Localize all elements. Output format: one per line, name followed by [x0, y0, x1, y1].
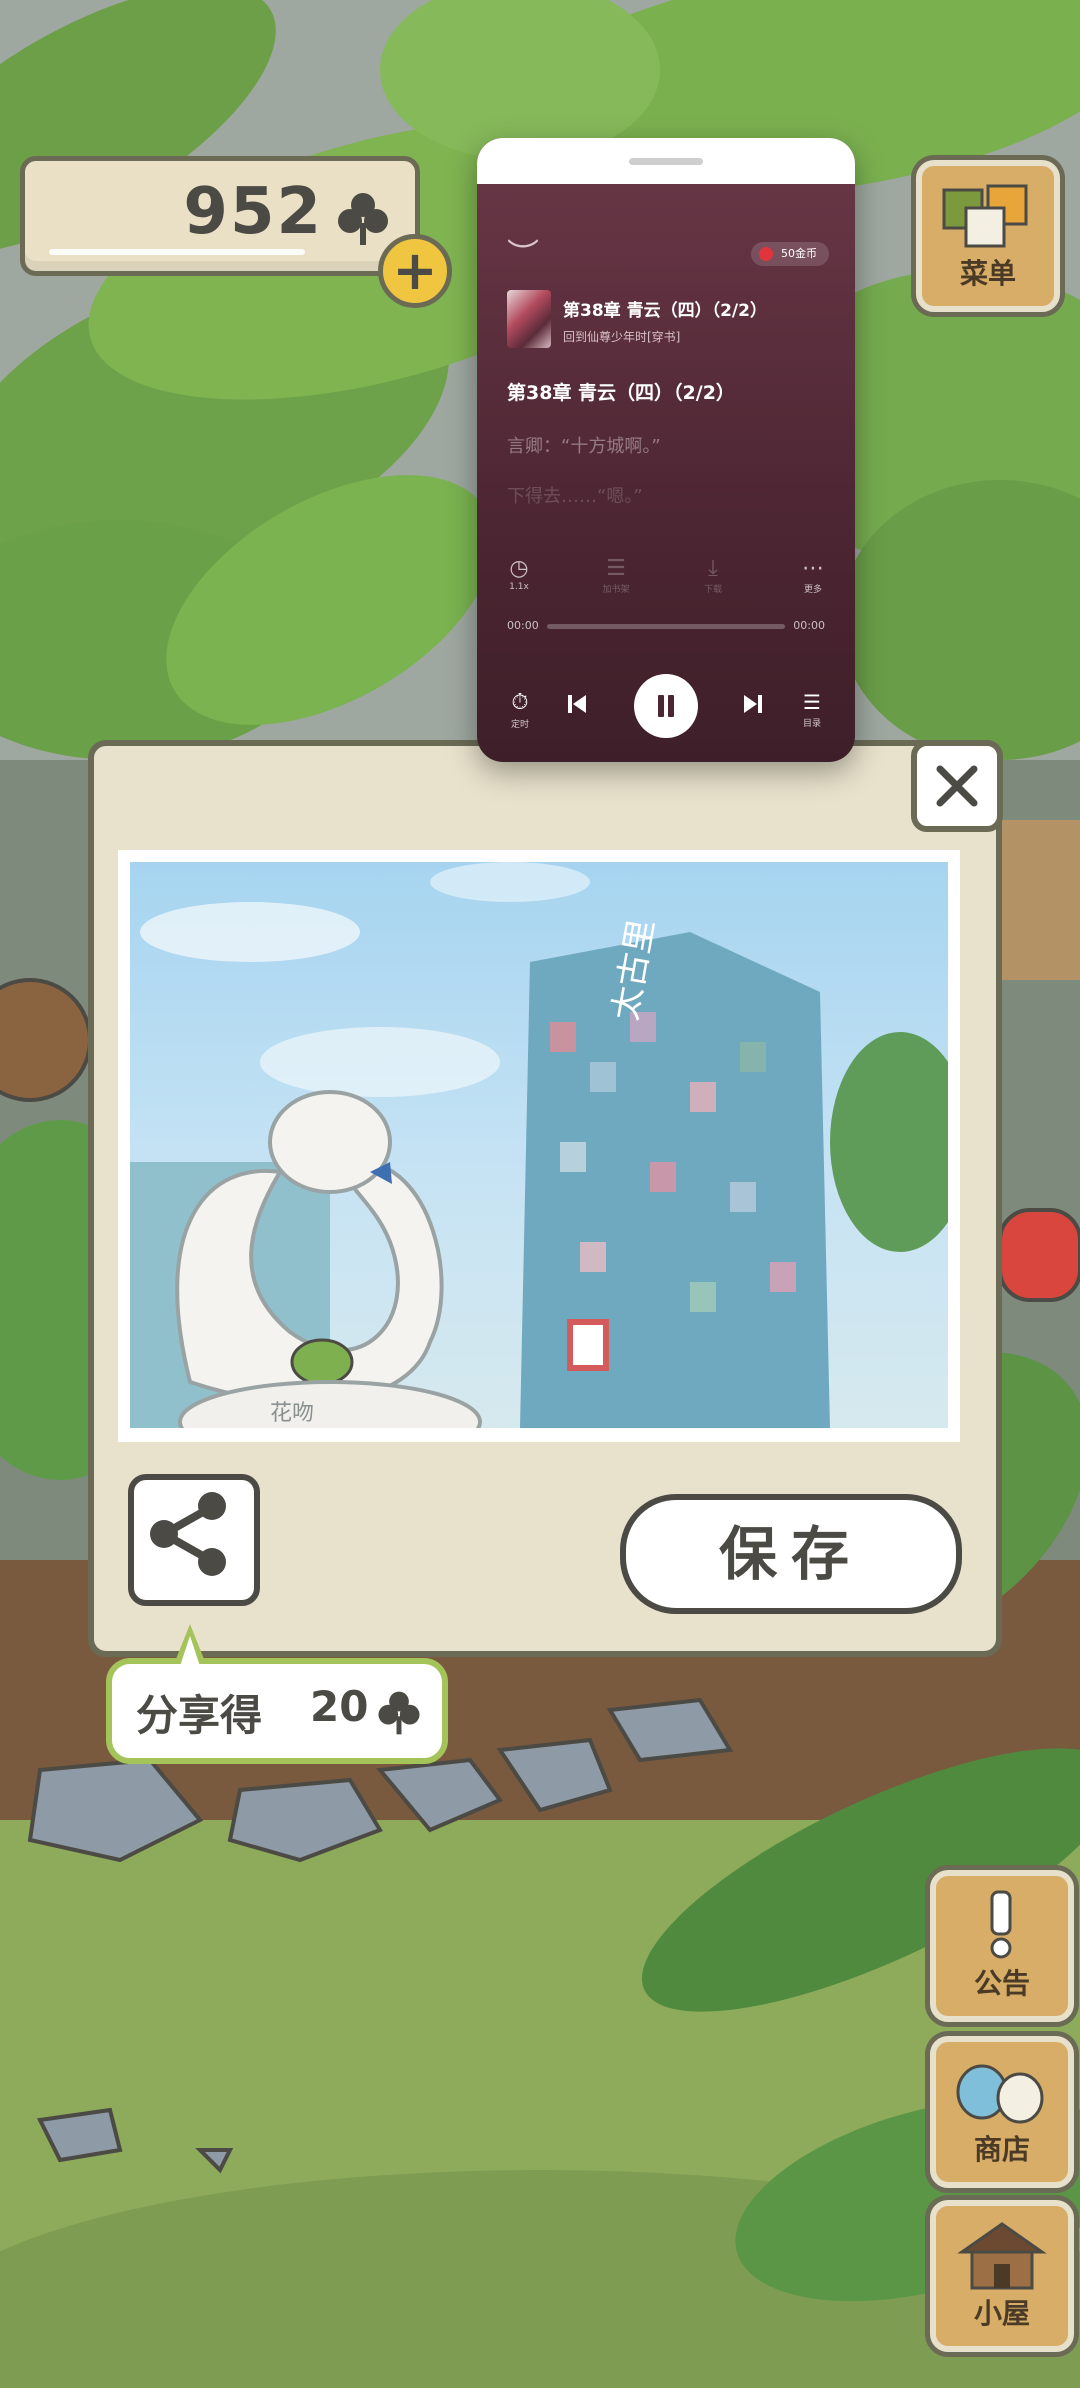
speed-icon: ◷: [509, 556, 529, 581]
bookshelf-icon: ☰: [606, 556, 626, 581]
next-icon: [744, 695, 762, 713]
shop-label: 商店: [973, 2133, 1030, 2166]
house-label: 小屋: [973, 2297, 1030, 2330]
time-total: 00:00: [793, 619, 825, 632]
progress-track[interactable]: [547, 624, 785, 629]
text-line: 下得去……“嗯。”: [507, 486, 643, 507]
chapter-title: 第38章 青云（四）（2/2）: [563, 301, 767, 321]
exclamation-icon: [990, 1890, 1012, 1959]
game-scene: 952 + 菜单 公告 商店 小屋 太古里 花吻 保存 分享得 20 ︶ 50金…: [0, 0, 1080, 2388]
timer-icon: ⏱: [511, 690, 529, 715]
shop-button[interactable]: 商店: [930, 2036, 1074, 2188]
counter-underline: [49, 249, 305, 255]
clover-icon: [338, 193, 388, 245]
playback-controls: ⏱ 定时 ☰ 目录: [477, 674, 855, 744]
photo-scene: 太古里 花吻: [130, 862, 948, 1428]
plus-icon: +: [392, 239, 438, 302]
collapse-chevron-icon[interactable]: ︶: [507, 230, 539, 276]
player-toolbar: ◷ 1.1x ☰ 加书架 ⤓ 下载 ⋯ 更多: [477, 556, 855, 612]
book-cover[interactable]: [507, 290, 551, 348]
book-title[interactable]: 回到仙尊少年时[穿书]: [563, 328, 680, 345]
more-icon: ⋯: [802, 556, 824, 581]
audiobook-player: ︶ 50金币 第38章 青云（四）（2/2） 回到仙尊少年时[穿书] 第38章 …: [477, 138, 855, 762]
progress-bar[interactable]: 00:00 00:00: [507, 619, 825, 633]
add-clover-button[interactable]: +: [378, 234, 452, 308]
statue-sign: 花吻: [270, 1401, 314, 1426]
share-icon: [150, 1492, 226, 1576]
previous-icon: [568, 695, 586, 713]
coin-icon: [759, 247, 773, 261]
notice-label: 公告: [973, 1967, 1030, 2000]
pause-button[interactable]: [634, 674, 698, 738]
add-bookshelf-button[interactable]: ☰ 加书架: [586, 556, 646, 595]
clover-count: 952: [183, 175, 323, 249]
save-button[interactable]: 保存: [620, 1494, 962, 1614]
clover-counter: 952: [20, 156, 420, 276]
menu-button[interactable]: 菜单: [916, 160, 1060, 312]
more-button[interactable]: ⋯ 更多: [783, 556, 843, 595]
close-button[interactable]: [911, 740, 1003, 832]
toc-button[interactable]: ☰ 目录: [795, 690, 829, 729]
list-icon: ☰: [803, 690, 821, 714]
download-icon: ⤓: [708, 556, 718, 581]
house-button[interactable]: 小屋: [930, 2200, 1074, 2352]
share-button[interactable]: [128, 1474, 260, 1606]
close-icon: [936, 765, 978, 807]
download-button[interactable]: ⤓ 下载: [683, 556, 743, 595]
bag-icon: [956, 2064, 1044, 2124]
clover-icon: [378, 1691, 420, 1735]
travel-photo: 太古里 花吻: [130, 862, 948, 1428]
player-drag-bar[interactable]: [477, 138, 855, 184]
previous-button[interactable]: [565, 692, 589, 720]
drag-handle[interactable]: [629, 158, 703, 165]
next-button[interactable]: [741, 692, 765, 720]
coin-reward-badge[interactable]: 50金币: [751, 242, 829, 266]
menu-icon: [942, 184, 1028, 248]
share-reward-amount: 20: [310, 1682, 369, 1731]
chapter-heading: 第38章 青云（四）（2/2）: [507, 382, 735, 404]
house-icon: [957, 2222, 1047, 2290]
share-reward-label: 分享得: [136, 1691, 263, 1740]
speed-button[interactable]: ◷ 1.1x: [489, 556, 549, 592]
text-line: 言卿：“十方城啊。”: [507, 436, 661, 457]
notice-button[interactable]: 公告: [930, 1870, 1074, 2022]
timer-button[interactable]: ⏱ 定时: [503, 690, 537, 730]
share-reward-bubble: 分享得 20: [106, 1624, 448, 1764]
menu-label: 菜单: [959, 257, 1016, 290]
time-current: 00:00: [507, 619, 539, 632]
